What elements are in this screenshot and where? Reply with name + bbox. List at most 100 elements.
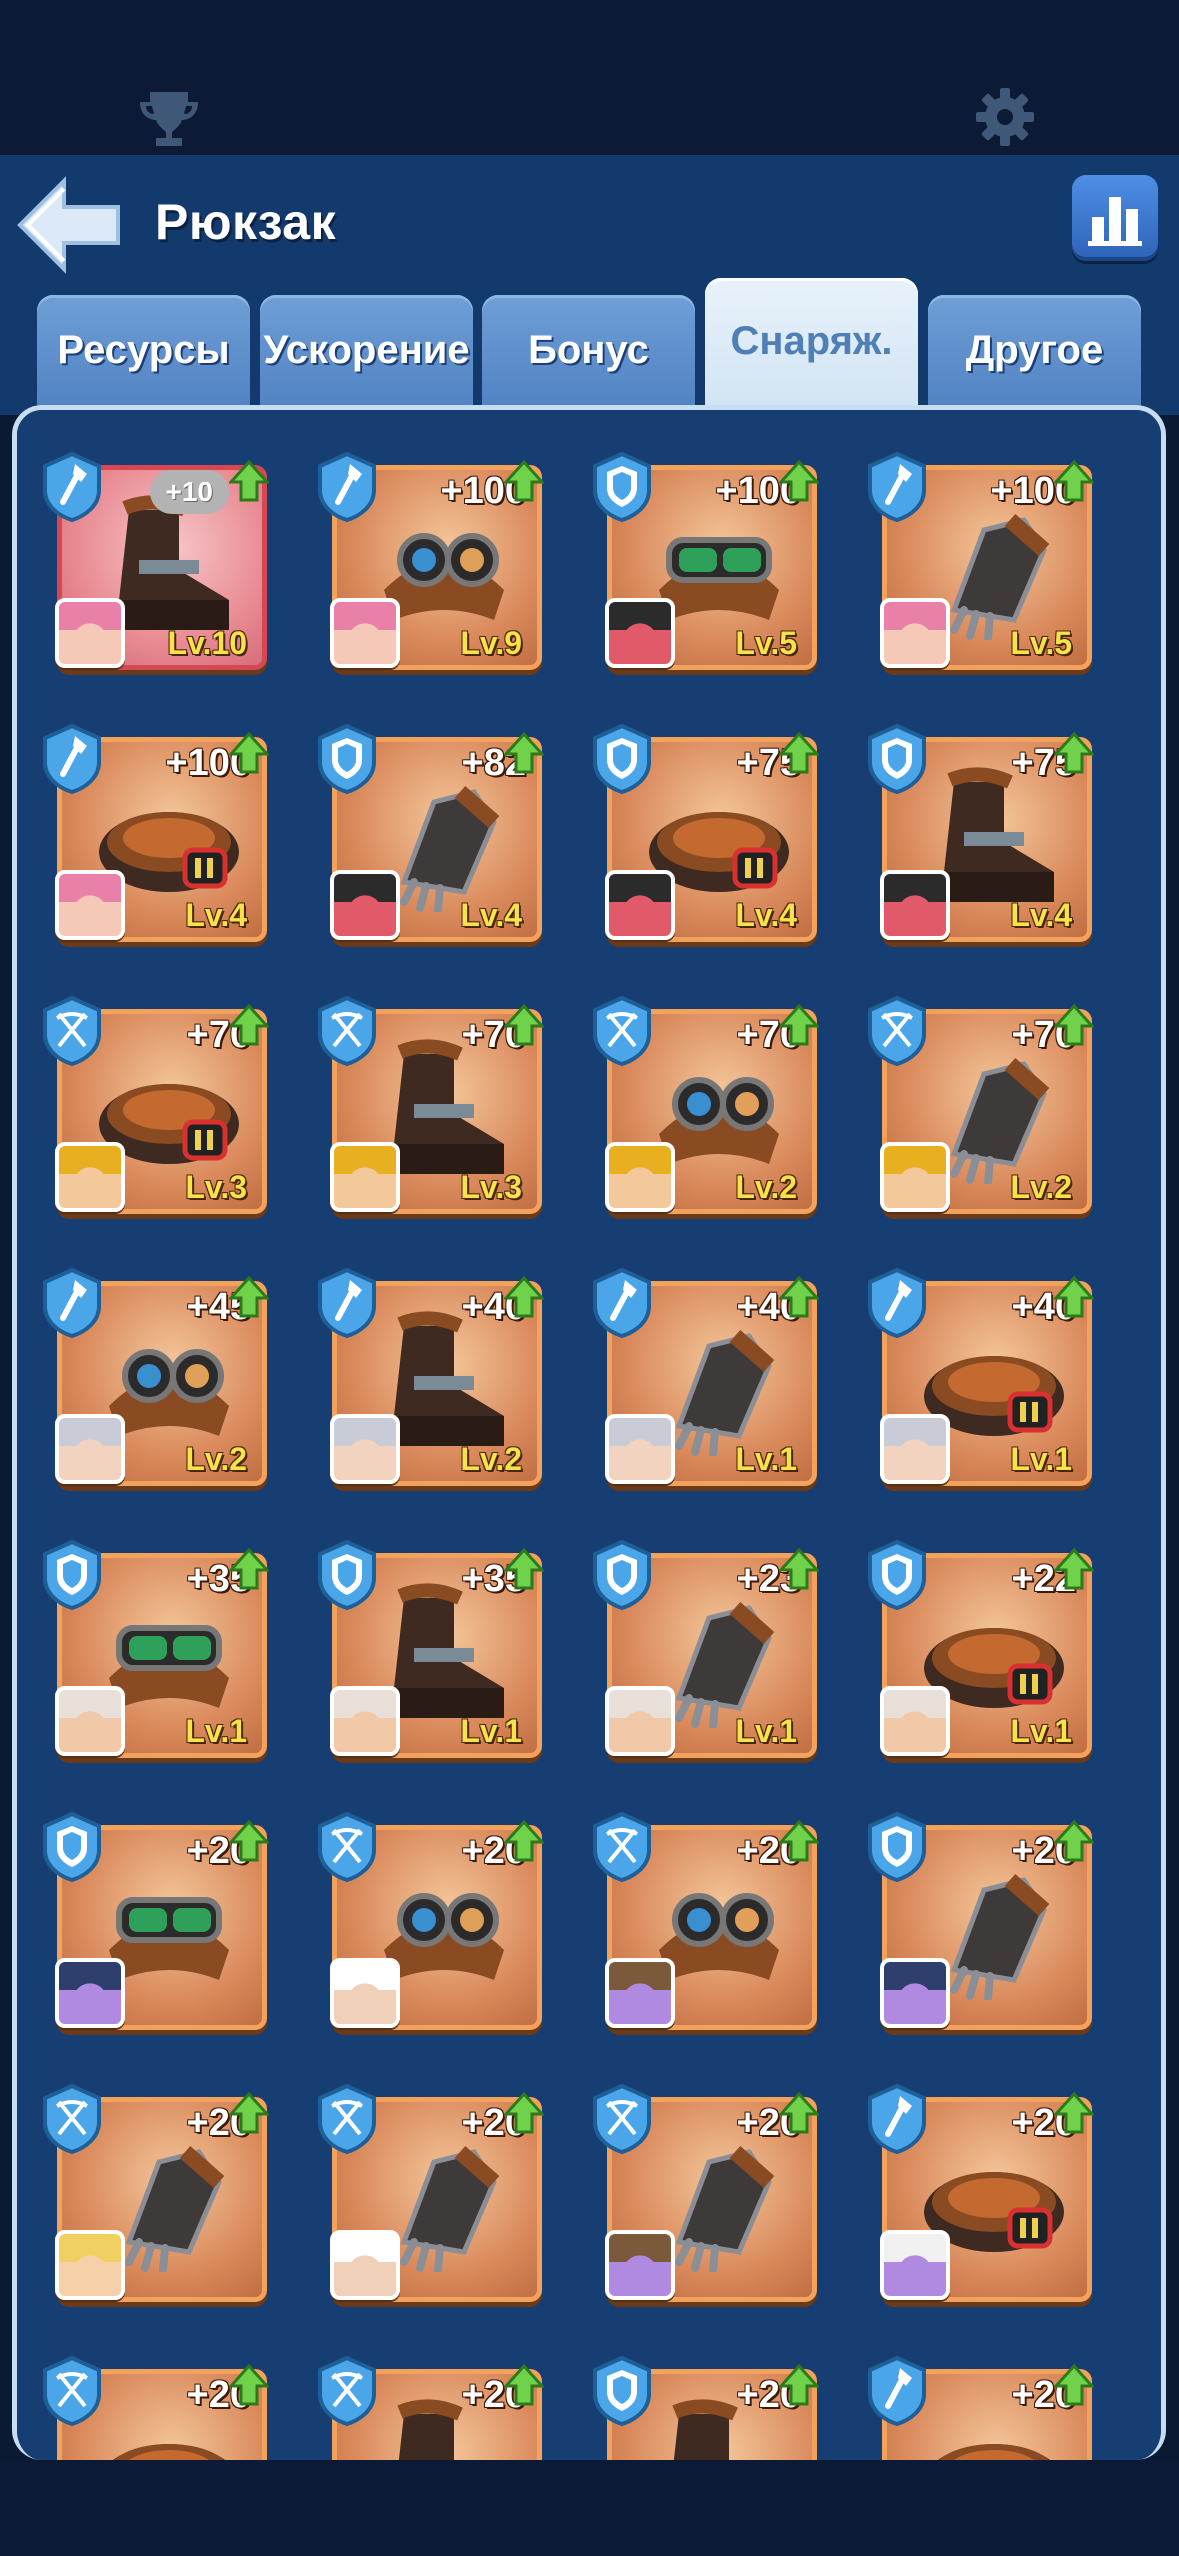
item-bonus-value: +10: [149, 470, 229, 514]
equipment-item-card[interactable]: +70 Lv.3: [314, 994, 544, 1224]
gear-icon[interactable]: [974, 86, 1036, 148]
bow-badge-icon: [43, 995, 101, 1066]
item-level-label: Lv.2: [185, 1441, 247, 1477]
tab-other[interactable]: Другое: [928, 295, 1141, 405]
upgrade-arrow-icon: [229, 732, 269, 774]
hero-portrait-avatar: [605, 1142, 675, 1212]
shield-badge-icon: [868, 1811, 926, 1882]
equipment-item-card[interactable]: +20: [589, 2082, 819, 2312]
bow-badge-icon: [318, 2355, 376, 2426]
upgrade-arrow-icon: [1054, 1276, 1094, 1318]
bow-badge-icon: [318, 995, 376, 1066]
trophy-icon[interactable]: [136, 88, 202, 148]
equipment-item-card[interactable]: +22 Lv.1: [864, 1538, 1094, 1768]
equipment-item-card[interactable]: +23 Lv.1: [589, 1538, 819, 1768]
upgrade-arrow-icon: [1054, 1548, 1094, 1590]
hero-portrait-avatar: [55, 870, 125, 940]
equipment-item-card[interactable]: +40 Lv.2: [314, 1266, 544, 1496]
equipment-item-card[interactable]: +35 Lv.1: [39, 1538, 269, 1768]
tab-speedups[interactable]: Ускорение: [260, 295, 473, 405]
equipment-item-card[interactable]: +82 Lv.4: [314, 722, 544, 952]
item-level-label: Lv.1: [1010, 1713, 1072, 1749]
equipment-item-card[interactable]: +20: [864, 2354, 1094, 2460]
equipment-item-card[interactable]: +75 Lv.4: [864, 722, 1094, 952]
upgrade-arrow-icon: [779, 2364, 819, 2406]
shield-badge-icon: [868, 723, 926, 794]
item-level-label: Lv.1: [735, 1441, 797, 1477]
tab-resources[interactable]: Ресурсы: [37, 295, 250, 405]
equipment-item-card[interactable]: +20: [39, 2354, 269, 2460]
equipment-item-card[interactable]: +100 Lv.9: [314, 450, 544, 680]
upgrade-arrow-icon: [229, 460, 269, 502]
hero-portrait-avatar: [605, 870, 675, 940]
equipment-item-card[interactable]: +10 Lv.10: [39, 450, 269, 680]
upgrade-arrow-icon: [504, 1820, 544, 1862]
upgrade-arrow-icon: [504, 460, 544, 502]
tab-equipment[interactable]: Снаряж.: [705, 278, 918, 405]
equipment-item-card[interactable]: +20: [864, 2082, 1094, 2312]
upgrade-arrow-icon: [779, 460, 819, 502]
hero-portrait-avatar: [605, 598, 675, 668]
shield-badge-icon: [868, 1539, 926, 1610]
equipment-item-card[interactable]: +20: [589, 1810, 819, 2040]
item-level-label: Lv.4: [1010, 897, 1072, 933]
equipment-item-card[interactable]: +45 Lv.2: [39, 1266, 269, 1496]
hero-portrait-avatar: [330, 2230, 400, 2300]
hero-portrait-avatar: [330, 1958, 400, 2028]
axe-badge-icon: [868, 451, 926, 522]
upgrade-arrow-icon: [229, 2092, 269, 2134]
upgrade-arrow-icon: [504, 2092, 544, 2134]
upgrade-arrow-icon: [779, 2092, 819, 2134]
equipment-item-card[interactable]: +70 Lv.3: [39, 994, 269, 1224]
shield-badge-icon: [593, 451, 651, 522]
equipment-item-card[interactable]: +20: [39, 1810, 269, 2040]
equipment-item-card[interactable]: +20: [39, 2082, 269, 2312]
equipment-item-card[interactable]: +40 Lv.1: [864, 1266, 1094, 1496]
equipment-item-card[interactable]: +35 Lv.1: [314, 1538, 544, 1768]
stats-button[interactable]: [1072, 175, 1158, 261]
bow-badge-icon: [593, 1811, 651, 1882]
top-bar: [0, 0, 1179, 155]
hero-portrait-avatar: [605, 1414, 675, 1484]
item-level-label: Lv.9: [460, 625, 522, 661]
upgrade-arrow-icon: [1054, 1820, 1094, 1862]
equipment-item-card[interactable]: +70 Lv.2: [589, 994, 819, 1224]
hero-portrait-avatar: [55, 1142, 125, 1212]
equipment-item-card[interactable]: +100 Lv.5: [589, 450, 819, 680]
equipment-item-card[interactable]: +100 Lv.5: [864, 450, 1094, 680]
hero-portrait-avatar: [880, 1414, 950, 1484]
equipment-item-card[interactable]: +20: [314, 2082, 544, 2312]
upgrade-arrow-icon: [779, 1276, 819, 1318]
equipment-item-card[interactable]: +75 Lv.4: [589, 722, 819, 952]
hero-portrait-avatar: [880, 1686, 950, 1756]
upgrade-arrow-icon: [779, 1004, 819, 1046]
equipment-item-card[interactable]: +20: [314, 1810, 544, 2040]
hero-portrait-avatar: [880, 1142, 950, 1212]
hero-portrait-avatar: [55, 1686, 125, 1756]
inventory-panel: +10 Lv.10 +100Lv.9 +100Lv.5 +100Lv.5: [12, 405, 1166, 2460]
equipment-item-card[interactable]: +20: [314, 2354, 544, 2460]
shield-badge-icon: [43, 1539, 101, 1610]
axe-badge-icon: [318, 1267, 376, 1338]
upgrade-arrow-icon: [229, 1820, 269, 1862]
upgrade-arrow-icon: [229, 1548, 269, 1590]
upgrade-arrow-icon: [504, 1004, 544, 1046]
axe-badge-icon: [868, 2083, 926, 2154]
hero-portrait-avatar: [330, 1686, 400, 1756]
equipment-item-card[interactable]: +20: [864, 1810, 1094, 2040]
item-level-label: Lv.5: [1010, 625, 1072, 661]
equipment-item-card[interactable]: +100 Lv.4: [39, 722, 269, 952]
axe-badge-icon: [43, 1267, 101, 1338]
tab-bonus[interactable]: Бонус: [482, 295, 695, 405]
equipment-item-card[interactable]: +20: [589, 2354, 819, 2460]
equipment-item-card[interactable]: +40 Lv.1: [589, 1266, 819, 1496]
hero-portrait-avatar: [55, 1958, 125, 2028]
upgrade-arrow-icon: [1054, 2092, 1094, 2134]
bar-chart-icon: [1088, 197, 1142, 246]
upgrade-arrow-icon: [779, 732, 819, 774]
upgrade-arrow-icon: [504, 732, 544, 774]
bow-badge-icon: [318, 1811, 376, 1882]
equipment-item-card[interactable]: +70 Lv.2: [864, 994, 1094, 1224]
back-arrow-icon[interactable]: [14, 175, 126, 275]
bottom-bar: [0, 2460, 1179, 2556]
